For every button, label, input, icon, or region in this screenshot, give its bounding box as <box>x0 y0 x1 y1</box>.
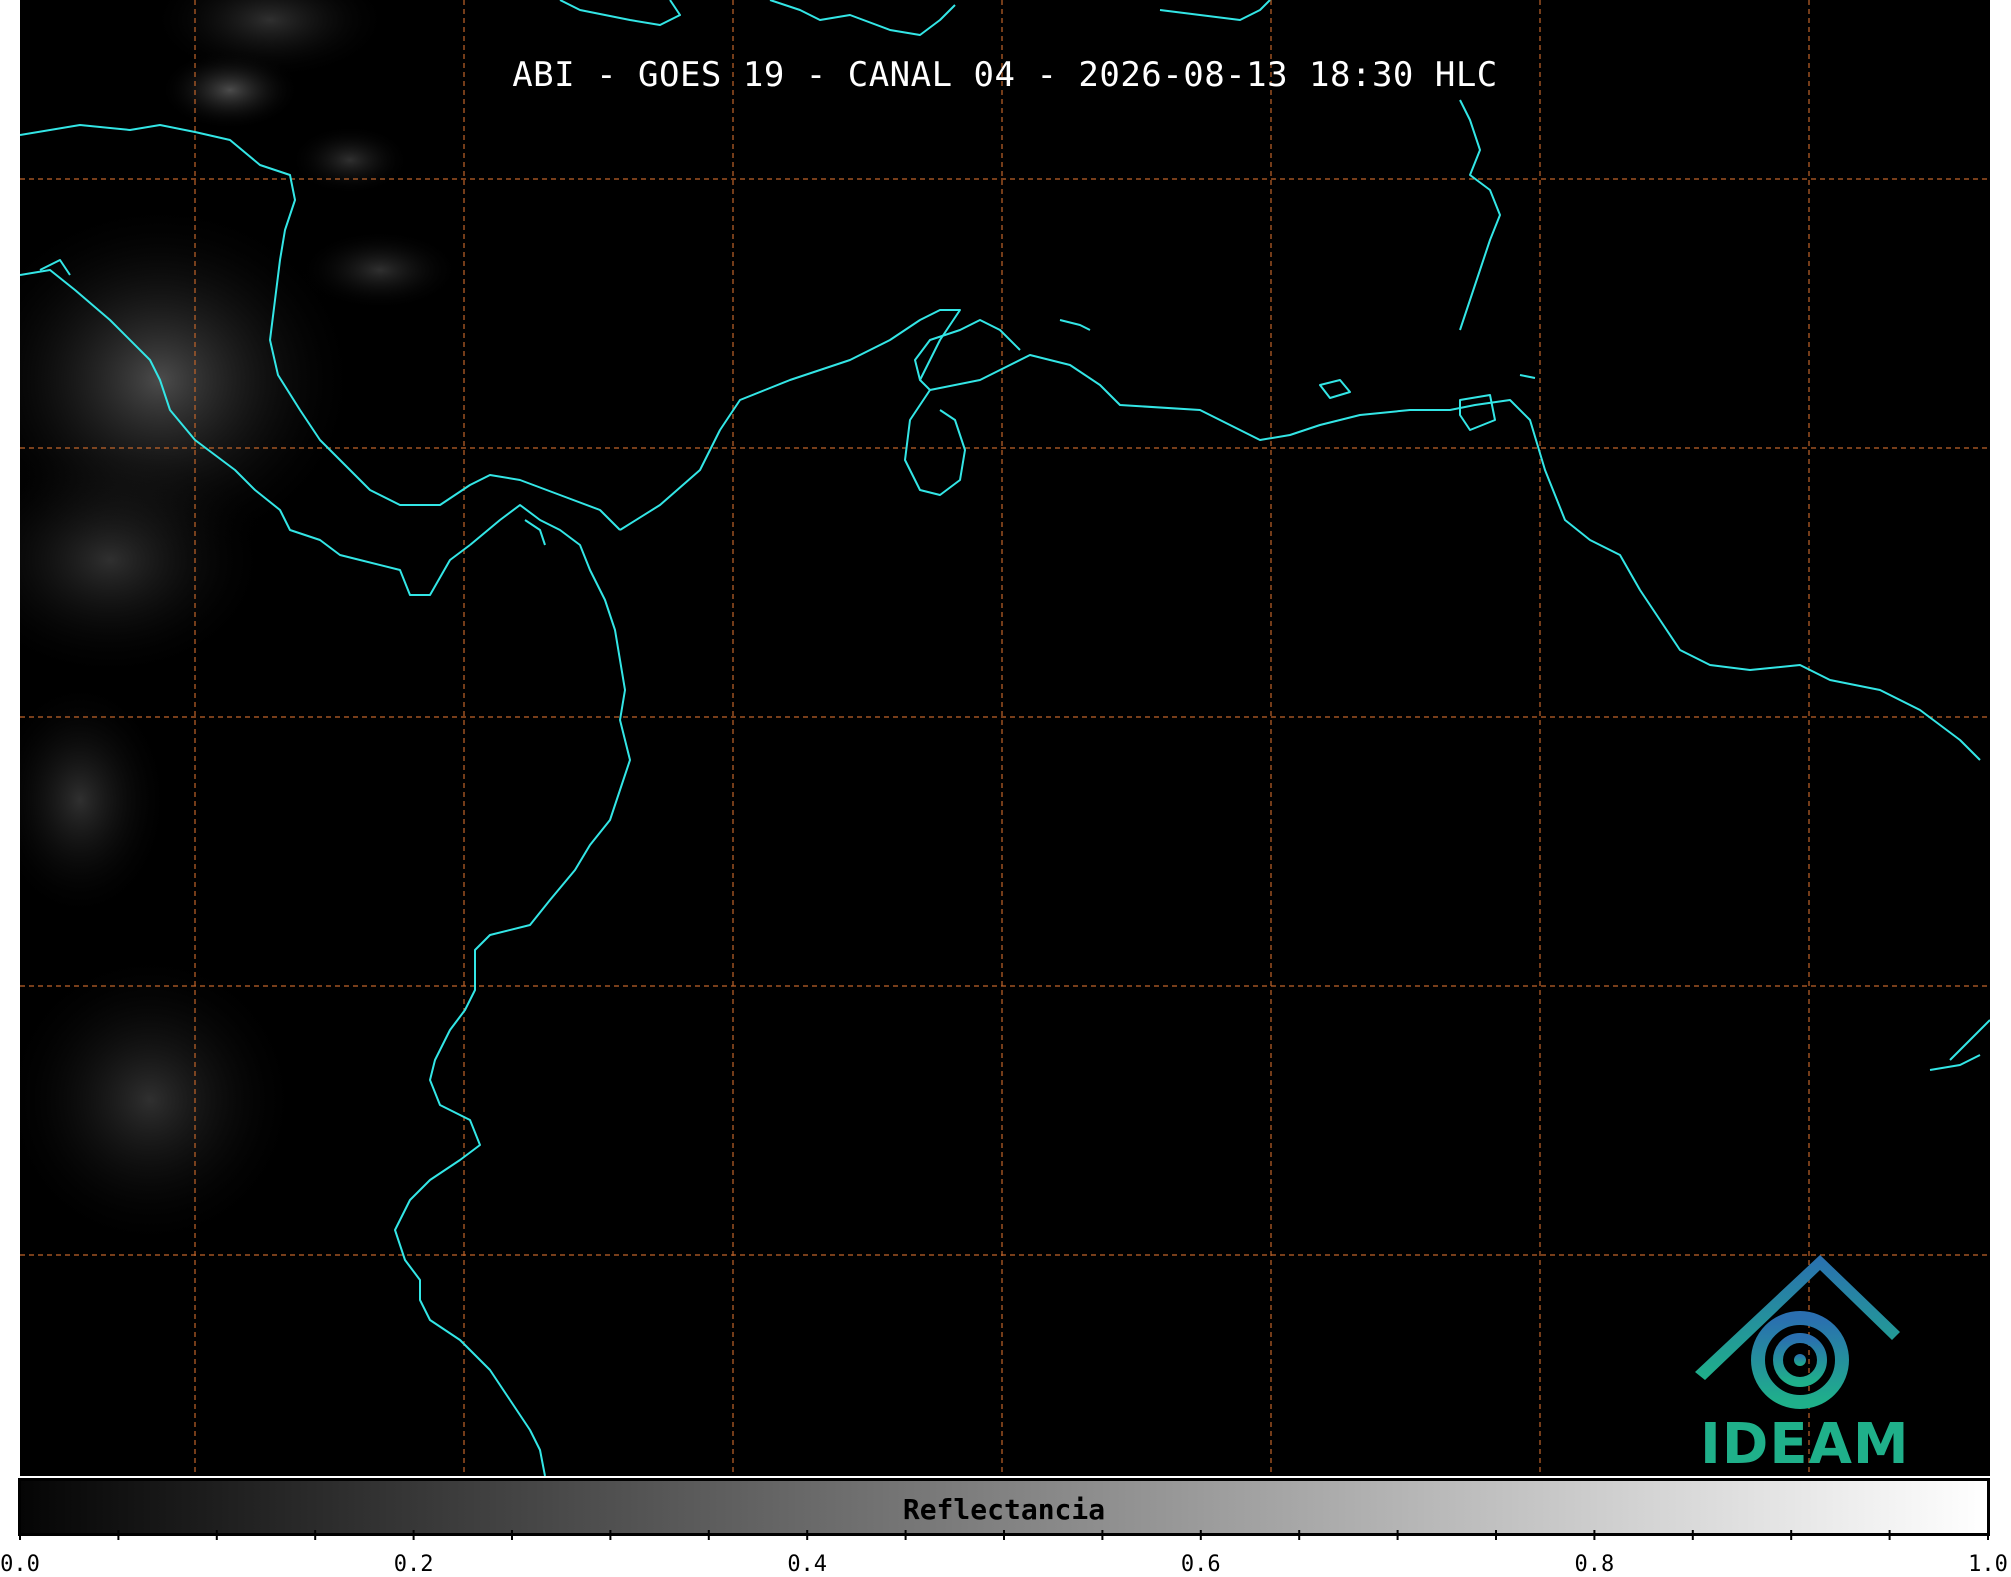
coastline-puerto-rico <box>1159 0 1271 21</box>
colorbar-ticks <box>19 1530 1989 1540</box>
satellite-figure: ABI - GOES 19 - CANAL 04 - 2026-08-13 18… <box>0 0 2011 1577</box>
colorbar-tick-label: 0.8 <box>1574 1552 1615 1577</box>
colorbar: Reflectancia <box>18 1478 1990 1536</box>
colorbar-tick-label: 0.0 <box>0 1552 40 1577</box>
satellite-map: ABI - GOES 19 - CANAL 04 - 2026-08-13 18… <box>20 0 1990 1476</box>
coastline-trinidad <box>1459 394 1496 431</box>
coastline-lesser-antilles <box>1459 99 1501 331</box>
coastline-east <box>1949 1019 1990 1061</box>
coastline-hispaniola <box>769 0 956 36</box>
colorbar-tick-label: 0.6 <box>1180 1552 1221 1577</box>
coastline-bocas <box>524 519 546 546</box>
coastline-maracaibo <box>904 389 966 496</box>
coastline-guajira <box>914 319 1021 381</box>
map-title: ABI - GOES 19 - CANAL 04 - 2026-08-13 18… <box>512 55 1498 95</box>
coastline-aruba-curacao <box>1059 319 1091 331</box>
coastline-tobago <box>1519 374 1536 379</box>
ideam-logo-text: IDEAM <box>1700 1412 1910 1476</box>
coastline-antilles <box>559 0 681 26</box>
colorbar-tick-label: 0.4 <box>787 1552 828 1577</box>
cloud-layer <box>20 0 460 1250</box>
coastline-pacific-colombia <box>394 504 631 1476</box>
coastline-caribbean-south <box>619 309 1981 761</box>
colorbar-label: Reflectancia <box>902 1493 1106 1526</box>
colorbar-tick-label: 1.0 <box>1968 1552 2008 1577</box>
colorbar-tick-label: 0.2 <box>393 1552 434 1577</box>
coastline-east2 <box>1929 1054 1981 1071</box>
coastline-margarita <box>1319 379 1351 399</box>
